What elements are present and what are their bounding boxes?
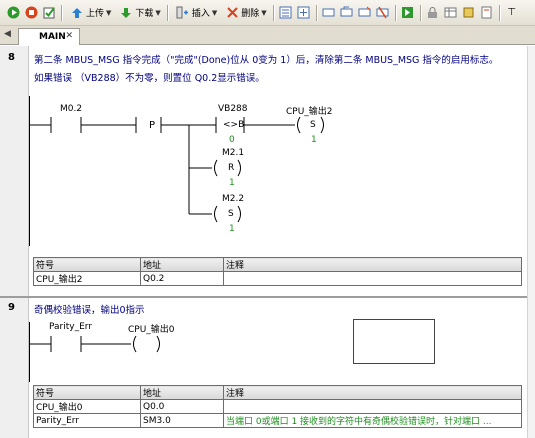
network-separator: [0, 296, 535, 298]
address-cell[interactable]: Q0.0: [140, 399, 224, 414]
table-icon[interactable]: [444, 6, 458, 20]
close-icon[interactable]: ✕: [65, 31, 73, 41]
header-symbol: 符号: [33, 385, 141, 400]
address-cell[interactable]: SM3.0: [140, 413, 224, 428]
network-9-comment-line1[interactable]: 奇偶校验错误，输出0指示: [34, 302, 145, 316]
n8-coil3-label[interactable]: M2.2: [222, 194, 244, 204]
insert-button[interactable]: 插入 ▼: [172, 4, 219, 22]
n8-p-label: P: [149, 120, 156, 131]
symbol-cell[interactable]: CPU_输出2: [33, 271, 141, 286]
network-9-gutter: [0, 298, 29, 438]
toolbar-separator: [419, 4, 421, 21]
pin-icon[interactable]: [462, 6, 476, 20]
upload-label: 上传: [86, 9, 105, 19]
network-8-comment-line2[interactable]: 如果错误 （VB288）不为零，则置位 Q0.2显示错误。: [34, 70, 265, 84]
tab-main[interactable]: MAIN ✕: [18, 28, 80, 45]
bookmark-icon[interactable]: [480, 6, 494, 20]
download-label: 下载: [135, 9, 154, 19]
insert-icon: [176, 6, 190, 20]
scroll-left-icon[interactable]: ◀: [4, 29, 11, 39]
chevron-down-icon[interactable]: ▼: [212, 9, 217, 17]
symbol-cell[interactable]: Parity_Err: [33, 413, 141, 428]
header-address: 地址: [140, 257, 224, 272]
network-8-number[interactable]: 8: [8, 52, 15, 63]
toolbar-separator: [394, 4, 396, 21]
header-comment: 注释: [223, 257, 522, 272]
network-8-comment-line1[interactable]: 第二条 MBUS_MSG 指令完成（"完成"(Done)位从 0变为 1）后，清…: [34, 52, 498, 66]
toolbar-separator: [166, 4, 168, 21]
n8-contact1-label[interactable]: M0.2: [60, 104, 82, 114]
table-row[interactable]: CPU_输出2 Q0.2: [33, 271, 522, 286]
delete-button[interactable]: 删除 ▼: [221, 4, 268, 22]
stop-icon[interactable]: [24, 6, 38, 20]
network-8-gutter: [0, 46, 29, 296]
toolbar-separator: [315, 4, 317, 21]
header-comment: 注释: [223, 385, 522, 400]
header-address: 地址: [140, 385, 224, 400]
more-tools-icon[interactable]: ⊤: [505, 6, 519, 20]
address-cell[interactable]: Q0.2: [140, 271, 224, 286]
comment-cell[interactable]: [223, 271, 522, 286]
network-9-ladder[interactable]: [29, 322, 524, 382]
lock-icon[interactable]: [426, 6, 440, 20]
coil-icon[interactable]: [340, 6, 354, 20]
n8-coil3-type: S: [228, 209, 234, 219]
download-button[interactable]: 下载 ▼: [115, 4, 162, 22]
n8-coil2-type: R: [228, 163, 235, 173]
run-icon[interactable]: [6, 6, 20, 20]
header-symbol: 符号: [33, 257, 141, 272]
clear-icon[interactable]: [376, 6, 390, 20]
network-9-symbol-table: 符号 地址 注释 CPU_输出0 Q0.0 Parity_Err SM3.0 当…: [33, 385, 522, 428]
n8-coil1-val[interactable]: 1: [311, 135, 317, 145]
n8-coil1-label[interactable]: CPU_输出2: [286, 104, 333, 117]
go-icon[interactable]: [401, 6, 415, 20]
table-row[interactable]: Parity_Err SM3.0 当端口 0或端口 1 接收到的字符中有奇偶校验…: [33, 413, 522, 428]
table-header-row: 符号 地址 注释: [33, 257, 522, 272]
toolbar-separator: [61, 4, 62, 21]
download-arrow-icon: [119, 6, 133, 20]
upload-arrow-icon: [70, 6, 84, 20]
n8-cmp-op: <>B: [223, 120, 245, 130]
network-9-number[interactable]: 9: [8, 302, 15, 313]
table-header-row: 符号 地址 注释: [33, 385, 522, 400]
n8-cmp-label[interactable]: VB288: [218, 104, 248, 114]
empty-output-box[interactable]: [353, 319, 435, 364]
comment-cell[interactable]: 当端口 0或端口 1 接收到的字符中有奇偶校验错误时，针对端口 ...: [223, 413, 522, 428]
tab-main-label: MAIN: [39, 32, 66, 42]
n8-coil1-type: S: [310, 120, 316, 130]
toolbar-separator: [498, 4, 500, 21]
n9-coil1-label[interactable]: CPU_输出0: [128, 322, 175, 335]
toolbar-separator: [272, 4, 274, 21]
symbol-cell[interactable]: CPU_输出0: [33, 399, 141, 414]
toolbar: 上传 ▼ 下载 ▼ 插入 ▼ 删除 ▼ ⊤: [0, 0, 535, 26]
network-8-ladder[interactable]: [29, 96, 524, 246]
tab-bar: ◀ MAIN ✕: [0, 26, 535, 45]
contact-icon[interactable]: [322, 6, 336, 20]
network-insert-icon[interactable]: [297, 6, 311, 20]
delete-icon: [225, 6, 239, 20]
n9-contact1-label[interactable]: Parity_Err: [49, 322, 92, 332]
n8-coil3-val[interactable]: 1: [229, 224, 235, 234]
compile-icon[interactable]: [42, 6, 56, 20]
table-row[interactable]: CPU_输出0 Q0.0: [33, 399, 522, 414]
vertical-scrollbar[interactable]: [527, 46, 535, 438]
upload-button[interactable]: 上传 ▼: [66, 4, 113, 22]
delete-label: 删除: [241, 9, 260, 19]
chevron-down-icon[interactable]: ▼: [155, 9, 160, 17]
comment-cell[interactable]: [223, 399, 522, 414]
insert-label: 插入: [191, 9, 210, 19]
network-8-symbol-table: 符号 地址 注释 CPU_输出2 Q0.2: [33, 257, 522, 286]
n8-cmp-val[interactable]: 0: [229, 135, 235, 145]
n8-coil2-val[interactable]: 1: [229, 178, 235, 188]
box-icon[interactable]: [358, 6, 372, 20]
n8-coil2-label[interactable]: M2.1: [222, 148, 244, 158]
chevron-down-icon[interactable]: ▼: [261, 9, 266, 17]
network-icon[interactable]: [279, 6, 293, 20]
chevron-down-icon[interactable]: ▼: [106, 9, 111, 17]
